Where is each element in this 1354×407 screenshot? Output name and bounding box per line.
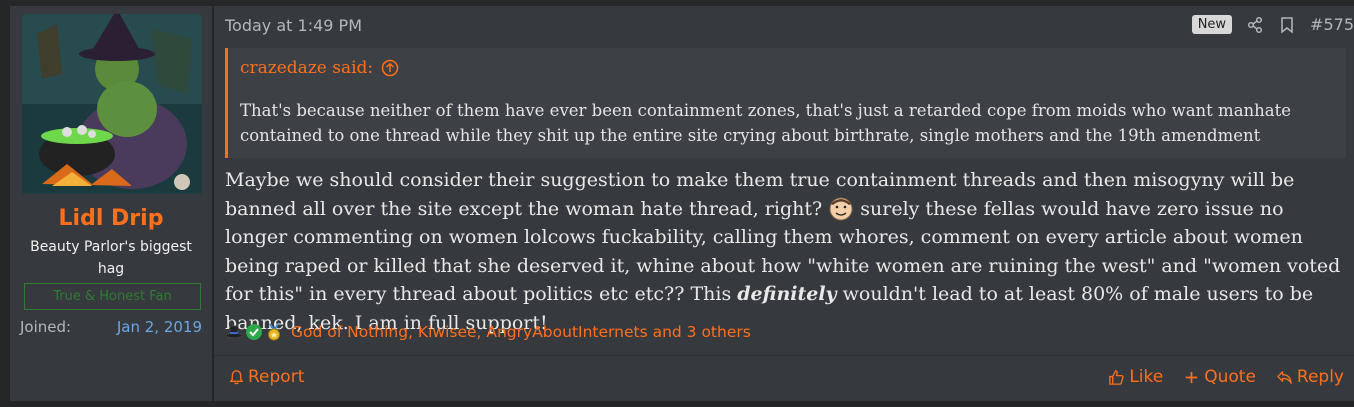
thumbs-up-icon: [1109, 369, 1124, 385]
quote-author-text[interactable]: crazedaze said:: [240, 58, 373, 78]
top-hat-icon: [225, 323, 243, 341]
reply-label: Reply: [1296, 367, 1344, 387]
new-badge: New: [1191, 15, 1233, 34]
message-cell: Today at 1:49 PM New #575 crazedaze said…: [214, 6, 1354, 401]
quote-body: That's because neither of them have ever…: [240, 101, 1292, 145]
reactions-bar[interactable]: God of Nothing, Kiwisee, AngryAboutInter…: [225, 323, 751, 341]
avatar[interactable]: [22, 14, 202, 194]
arrow-up-circle-icon[interactable]: [381, 59, 399, 77]
plus-icon: [1186, 371, 1198, 383]
post: Lidl Drip Beauty Parlor's biggest hag Tr…: [10, 6, 1354, 401]
joined-date: Jan 2, 2019: [116, 318, 202, 336]
report-label: Report: [248, 367, 305, 387]
message-body: Maybe we should consider their suggestio…: [225, 166, 1350, 337]
quote-label: Quote: [1204, 367, 1256, 387]
message-emphasis: definitely: [737, 283, 837, 305]
post-header-actions: New #575: [1191, 15, 1354, 34]
user-banner: True & Honest Fan: [24, 283, 201, 310]
checkmark-icon: [245, 323, 263, 341]
quote-author[interactable]: crazedaze said:: [240, 58, 399, 78]
avatar-witch-image: [22, 14, 202, 194]
post-footer: Report Like Quote Reply: [214, 355, 1354, 401]
reactions-users-link[interactable]: God of Nothing, Kiwisee, AngryAboutInter…: [291, 323, 751, 341]
post-number[interactable]: #575: [1310, 15, 1354, 34]
like-button[interactable]: Like: [1108, 367, 1163, 387]
user-cell: Lidl Drip Beauty Parlor's biggest hag Tr…: [10, 6, 212, 401]
quote-block: crazedaze said: That's because neither o…: [225, 48, 1346, 158]
joined-label: Joined:: [20, 318, 72, 336]
post-timestamp[interactable]: Today at 1:49 PM: [225, 16, 362, 35]
username[interactable]: Lidl Drip: [10, 206, 212, 231]
quote-button[interactable]: Quote: [1183, 367, 1256, 387]
user-title: Beauty Parlor's biggest hag: [30, 239, 192, 277]
bookmark-icon[interactable]: [1278, 16, 1296, 34]
smiling-face-emoji-icon: [828, 195, 854, 221]
like-label: Like: [1129, 367, 1164, 387]
reply-arrow-icon: [1277, 370, 1292, 384]
share-icon[interactable]: [1246, 16, 1264, 34]
post-actions: Like Quote Reply: [1108, 367, 1344, 387]
report-button[interactable]: Report: [228, 367, 304, 387]
medal-icon: [265, 323, 283, 341]
bell-icon: [229, 369, 244, 384]
reply-button[interactable]: Reply: [1276, 367, 1344, 387]
